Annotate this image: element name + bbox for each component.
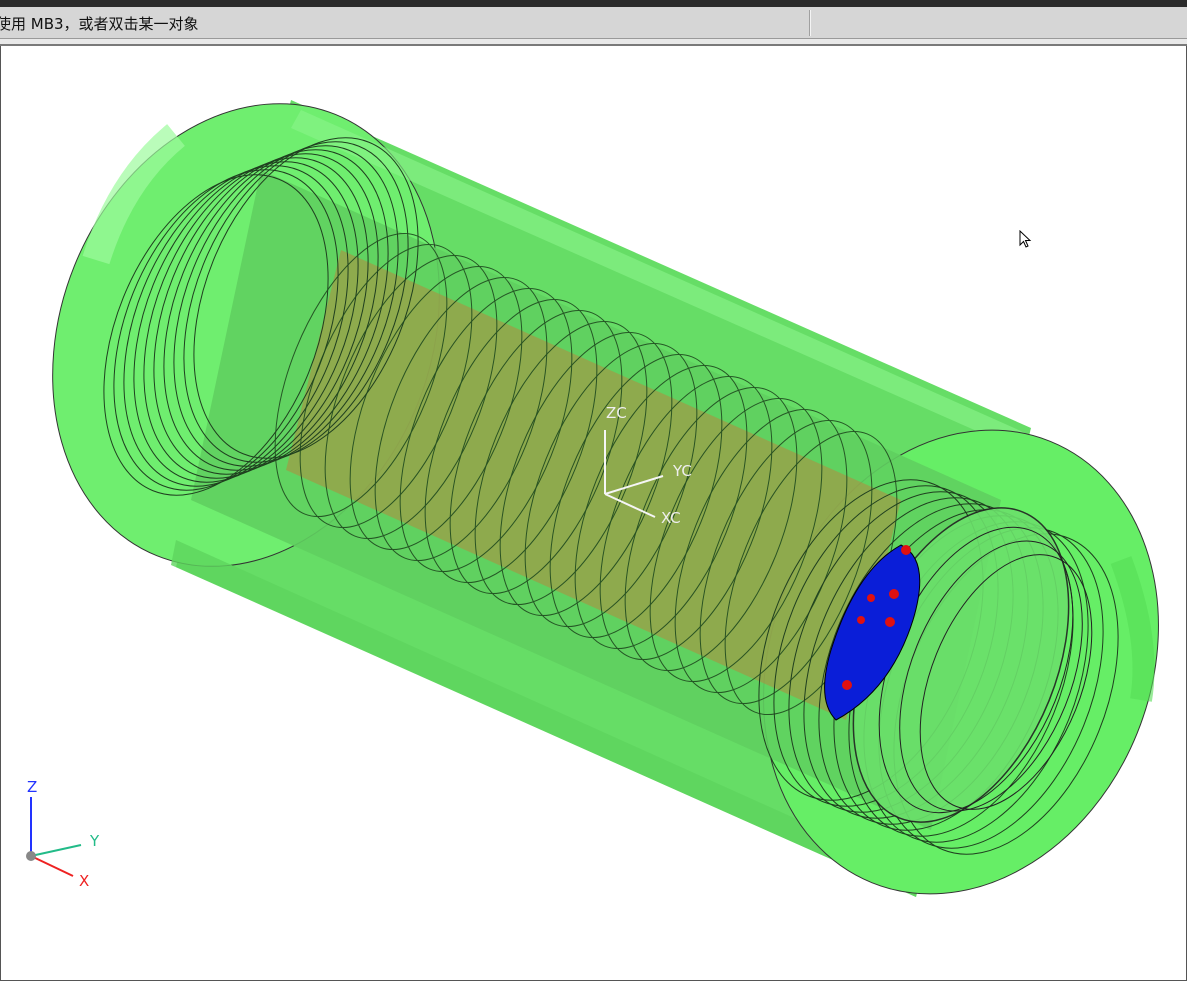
status-prompt: 使用 MB3，或者双击某一对象 [0,15,199,33]
status-separator [809,10,810,36]
triad-y-label: Y [89,832,100,850]
status-bar: 使用 MB3，或者双击某一对象 [0,7,1187,39]
triad-x-label: X [79,872,89,890]
model-scene[interactable]: ZC YC XC Z Y X [1,46,1187,981]
bolt-dot [842,680,852,690]
bolt-dot [885,617,895,627]
bolt-dot [857,616,865,624]
wcs-zc-label: ZC [606,404,627,422]
view-triad[interactable]: Z Y X [26,778,100,890]
wcs-yc-label: YC [672,462,692,480]
graphics-viewport[interactable]: ZC YC XC Z Y X [0,46,1187,981]
wcs-xc-label: XC [661,509,681,527]
triad-z-label: Z [27,778,37,796]
status-bar-gap [0,39,1187,46]
window-top-edge [0,0,1187,7]
mouse-pointer-icon [1019,230,1032,248]
bolt-dot [901,545,911,555]
bolt-dot [867,594,875,602]
bolt-dot [889,589,899,599]
triad-origin [26,851,36,861]
